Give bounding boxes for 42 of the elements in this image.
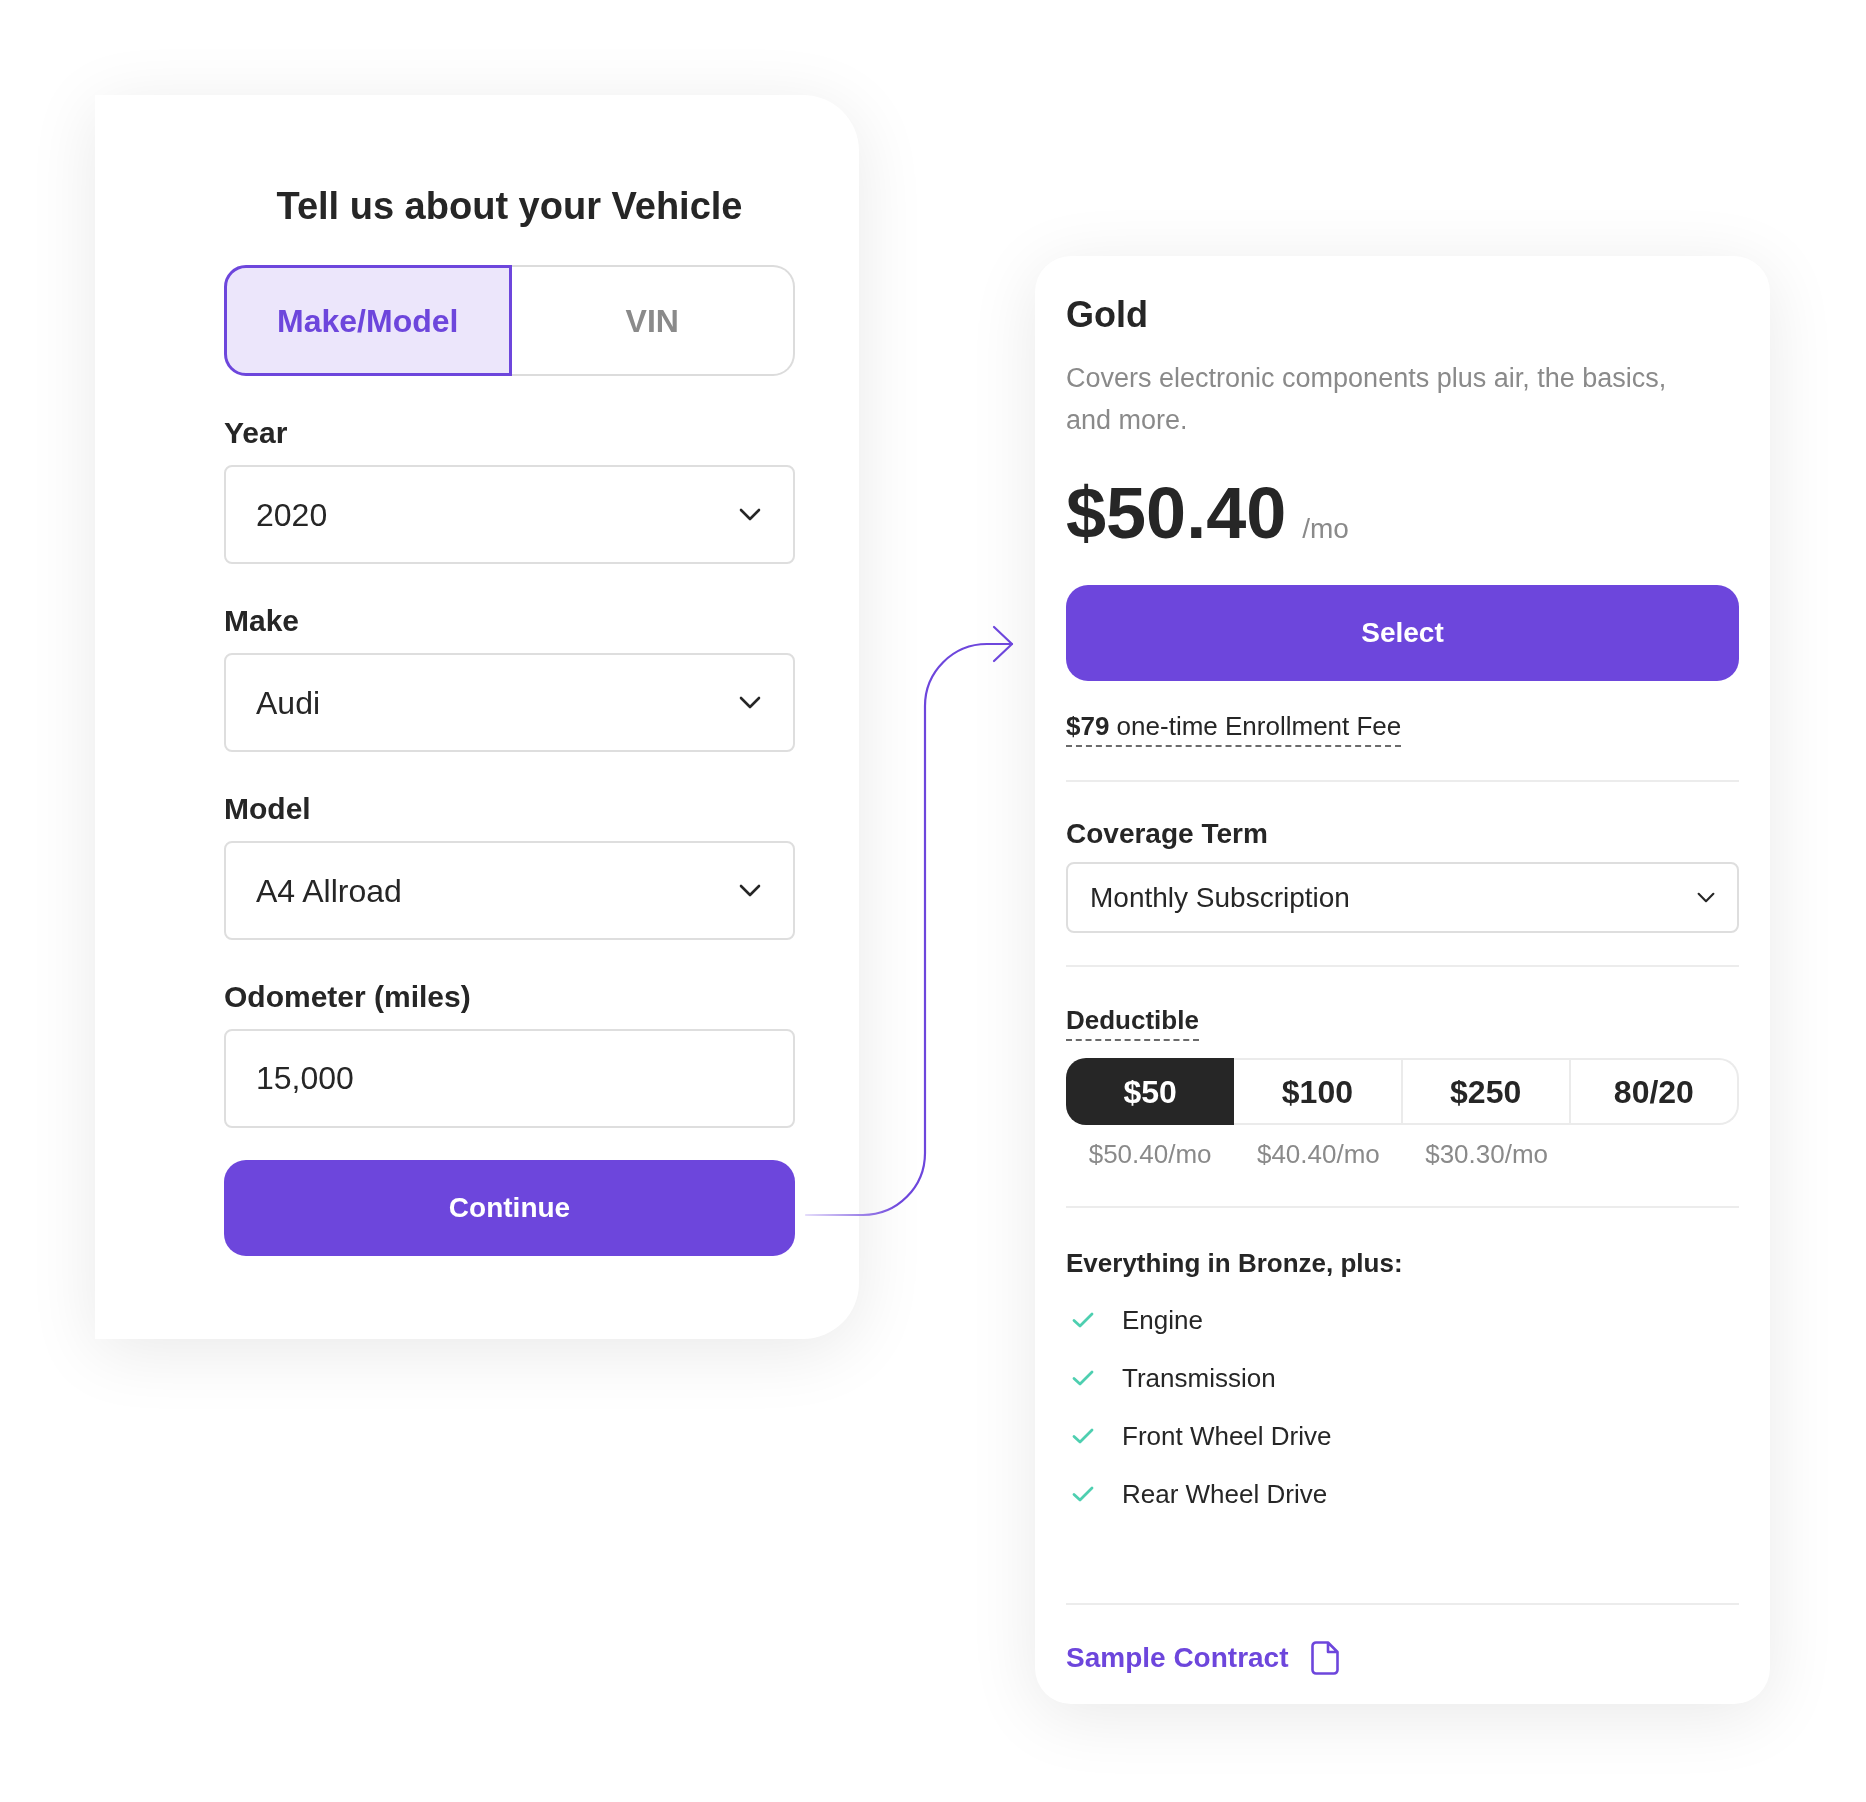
option-price-text: $40.40/mo — [1256, 1138, 1380, 1170]
deductible-option[interactable]: 80/20 — [1570, 1058, 1739, 1125]
field-label: Coverage Term — [1066, 817, 1269, 851]
deductible-option[interactable]: $50 — [1066, 1058, 1235, 1125]
feature-text: Front Wheel Drive — [1122, 1420, 1332, 1452]
form-title: Tell us about your Vehicle — [275, 184, 744, 229]
field-label: Year — [224, 415, 289, 451]
deductible-label: Deductible — [1066, 1004, 1199, 1041]
deductible-option[interactable]: $100 — [1234, 1058, 1403, 1125]
dropdown-field[interactable]: 2020 — [224, 465, 795, 564]
check-icon — [1072, 1428, 1094, 1444]
dropdown-field[interactable]: Monthly Subscription — [1066, 862, 1739, 933]
field-label: Model — [224, 791, 312, 827]
field-label: Odometer (miles) — [224, 979, 472, 1015]
sample-contract-link[interactable]: Sample Contract — [1066, 1641, 1339, 1675]
feature-text: Engine — [1122, 1304, 1203, 1336]
tab[interactable]: Make/Model — [224, 265, 512, 376]
feature-text: Transmission — [1122, 1362, 1276, 1394]
features-heading: Everything in Bronze, plus: — [1066, 1247, 1404, 1279]
text-input[interactable]: 15,000 — [224, 1029, 795, 1128]
enrollment-fee-text: $79 one-time Enrollment Fee — [1066, 710, 1402, 747]
select-button[interactable]: Select — [1066, 585, 1739, 681]
check-icon — [1072, 1486, 1094, 1502]
continue-button[interactable]: Continue — [224, 1160, 795, 1256]
price-text: $50.40 — [1066, 473, 1287, 553]
chevron-down-icon — [739, 696, 761, 709]
dropdown-field[interactable]: A4 Allroad — [224, 841, 795, 940]
option-price-text: $50.40/mo — [1088, 1138, 1212, 1170]
chevron-down-icon — [1697, 892, 1715, 903]
chevron-down-icon — [739, 884, 761, 897]
document-icon — [1310, 1641, 1339, 1675]
plan-description: Covers electronic components plus air, the basics, and more. — [1066, 362, 1668, 437]
deductible-option[interactable]: $250 — [1402, 1058, 1571, 1125]
check-icon — [1072, 1312, 1094, 1328]
option-price-text: $30.30/mo — [1425, 1138, 1549, 1170]
plan-name: Gold — [1066, 293, 1149, 337]
field-label: Make — [224, 603, 301, 639]
feature-text: Rear Wheel Drive — [1122, 1478, 1328, 1510]
dropdown-field[interactable]: Audi — [224, 653, 795, 752]
price-unit-text: /mo — [1302, 512, 1349, 546]
check-icon — [1072, 1370, 1094, 1386]
chevron-down-icon — [739, 508, 761, 521]
